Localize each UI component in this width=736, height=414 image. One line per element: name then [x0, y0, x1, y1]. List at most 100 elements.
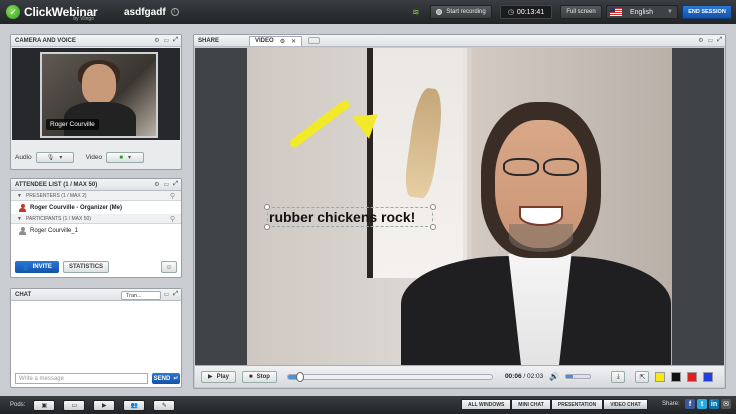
- pod-camera-button[interactable]: ▣: [33, 399, 56, 411]
- tab-video[interactable]: VIDEO ⚙ ✕: [249, 35, 303, 46]
- microphone-button[interactable]: 🎙 ▾: [35, 152, 74, 163]
- chat-input[interactable]: Write a message: [15, 373, 148, 384]
- search-icon[interactable]: ⚲: [170, 215, 175, 223]
- search-icon[interactable]: ⚲: [170, 192, 175, 200]
- play-button[interactable]: ▶ Play: [201, 370, 236, 383]
- presenters-header: PRESENTERS (1 / MAX 2): [25, 192, 87, 199]
- pod-attendees-button[interactable]: 👥: [123, 399, 146, 411]
- attendee-list-panel: ATTENDEE LIST (1 / MAX 50) ⚙ ▭ ⤢ ▼ PRESE…: [10, 178, 182, 278]
- volume-slider[interactable]: [565, 374, 592, 379]
- email-icon[interactable]: ✉: [721, 399, 731, 409]
- resize-handle[interactable]: [430, 204, 436, 210]
- resize-handle[interactable]: [430, 224, 436, 230]
- statistics-button[interactable]: STATISTICS: [63, 261, 109, 273]
- bottom-bar: Pods: ▣ ▭ ▶ 👥 ✎ ALL WINDOWS MINI CHAT PR…: [0, 396, 736, 414]
- timer-value: 00:13:41: [516, 8, 545, 16]
- fullscreen-button[interactable]: Full screen: [560, 5, 602, 19]
- chat-messages[interactable]: [13, 304, 179, 368]
- connection-icon: ≋: [412, 7, 420, 17]
- presenters-section[interactable]: ▼ PRESENTERS (1 / MAX 2) ⚲: [11, 191, 181, 201]
- camera-icon: ▣: [41, 402, 48, 409]
- stop-label: Stop: [256, 373, 270, 380]
- camera-panel-title: CAMERA AND VOICE: [15, 37, 76, 44]
- us-flag-icon: [610, 8, 622, 16]
- share-panel-title: SHARE: [198, 37, 220, 44]
- facebook-icon[interactable]: f: [685, 399, 695, 409]
- expand-icon[interactable]: ⤢: [173, 291, 178, 298]
- total-time: 02:03: [527, 373, 544, 380]
- attendee-name: Roger Courville_1: [30, 227, 79, 234]
- expand-icon[interactable]: ⤢: [173, 37, 178, 44]
- add-tab-icon[interactable]: [308, 37, 321, 44]
- shared-video[interactable]: rubber chickens rock!: [195, 48, 724, 365]
- pod-chat-button[interactable]: ✎: [153, 399, 176, 411]
- linkedin-icon[interactable]: in: [709, 399, 719, 409]
- gear-icon[interactable]: ⚙: [154, 181, 159, 188]
- fit-screen-button[interactable]: ⤓: [611, 370, 626, 383]
- layout-mini-chat[interactable]: MINI CHAT: [511, 399, 551, 410]
- close-icon[interactable]: ✕: [291, 38, 296, 45]
- camera-button[interactable]: ■ ▾: [106, 152, 145, 163]
- minimize-icon[interactable]: ▭: [708, 37, 714, 44]
- minimize-icon[interactable]: ▭: [164, 37, 170, 44]
- expand-icon[interactable]: ⤢: [717, 37, 722, 44]
- list-item[interactable]: Roger Courville - Organizer (Me): [11, 201, 181, 214]
- layout-all-windows[interactable]: ALL WINDOWS: [461, 399, 512, 410]
- layout-video-chat[interactable]: VIDEO CHAT: [603, 399, 648, 410]
- logo-subtitle: by Vlingo: [73, 16, 94, 22]
- send-button[interactable]: SEND ↵: [152, 373, 180, 384]
- start-recording-button[interactable]: Start recording: [430, 5, 492, 19]
- expand-icon[interactable]: ⤢: [173, 181, 178, 188]
- info-icon[interactable]: i: [170, 8, 179, 16]
- volume-icon[interactable]: 🔊: [549, 372, 559, 381]
- color-swatch-black[interactable]: [671, 371, 682, 382]
- presenter-icon: [19, 203, 26, 212]
- share-social-label: Share:: [662, 401, 680, 407]
- users-icon: 👥: [130, 402, 139, 409]
- enter-icon: ↵: [173, 376, 179, 382]
- session-timer: ◷ 00:13:41: [500, 5, 552, 19]
- logo-icon: ✓: [6, 5, 20, 19]
- chevron-down-icon: ▼: [667, 9, 673, 15]
- minimize-icon[interactable]: ▭: [164, 181, 170, 188]
- camera-icon: ■: [119, 154, 123, 161]
- tab-label: VIDEO: [255, 38, 274, 44]
- video-icon: ▶: [102, 402, 107, 409]
- color-swatch-red[interactable]: [687, 371, 698, 382]
- layout-presentation[interactable]: PRESENTATION: [550, 399, 604, 410]
- twitter-icon[interactable]: t: [697, 399, 707, 409]
- session-title: asdfgadf: [123, 6, 166, 18]
- gear-icon[interactable]: ⚙: [154, 37, 159, 44]
- statistics-label: STATISTICS: [68, 264, 104, 270]
- top-bar: ✓ ClickWebinar by Vlingo asdfgadf i ≋ St…: [0, 0, 736, 24]
- seek-handle[interactable]: [296, 371, 305, 382]
- chat-panel: CHAT ⚙ ▭ ⤢ Tran... Write a message SEND …: [10, 288, 182, 388]
- attendee-panel-title: ATTENDEE LIST (1 / MAX 50): [15, 181, 98, 188]
- pod-video-button[interactable]: ▶: [93, 399, 116, 411]
- pointer-icon: ⇱: [639, 373, 646, 381]
- language-select[interactable]: English ▼: [606, 5, 678, 19]
- annotation-tool-button[interactable]: ⇱: [635, 370, 650, 383]
- color-swatch-blue[interactable]: [703, 371, 714, 382]
- color-swatch-yellow[interactable]: [655, 371, 666, 382]
- participant-icon: [19, 226, 26, 235]
- list-item[interactable]: Roger Courville_1: [11, 224, 181, 237]
- gear-icon[interactable]: ⚙: [698, 37, 703, 44]
- share-panel: SHARE VIDEO ⚙ ✕ ⚙ ▭ ⤢ rubber chickens ro…: [193, 34, 726, 389]
- microphone-icon: 🎙: [46, 155, 55, 161]
- language-value: English: [630, 8, 653, 16]
- chat-panel-title: CHAT: [15, 291, 32, 298]
- clock-icon: ◷: [507, 9, 514, 16]
- camera-voice-panel: CAMERA AND VOICE ⚙ ▭ ⤢ Roger Courville A…: [10, 34, 182, 170]
- invite-button[interactable]: 👤 INVITE: [15, 261, 59, 273]
- emoticon-button[interactable]: ☺: [161, 261, 177, 273]
- minimize-icon[interactable]: ▭: [164, 291, 170, 298]
- end-session-button[interactable]: END SESSION: [682, 5, 732, 19]
- gear-icon[interactable]: ⚙: [280, 38, 285, 45]
- stop-button[interactable]: ■ Stop: [241, 370, 277, 383]
- pod-share-button[interactable]: ▭: [63, 399, 86, 411]
- annotation-text: rubber chickens rock!: [269, 209, 416, 225]
- participants-section[interactable]: ▼ PARTICIPANTS (1 / MAX 50) ⚲: [11, 214, 181, 224]
- translate-select[interactable]: Tran...: [121, 291, 161, 300]
- seek-bar[interactable]: [286, 371, 493, 382]
